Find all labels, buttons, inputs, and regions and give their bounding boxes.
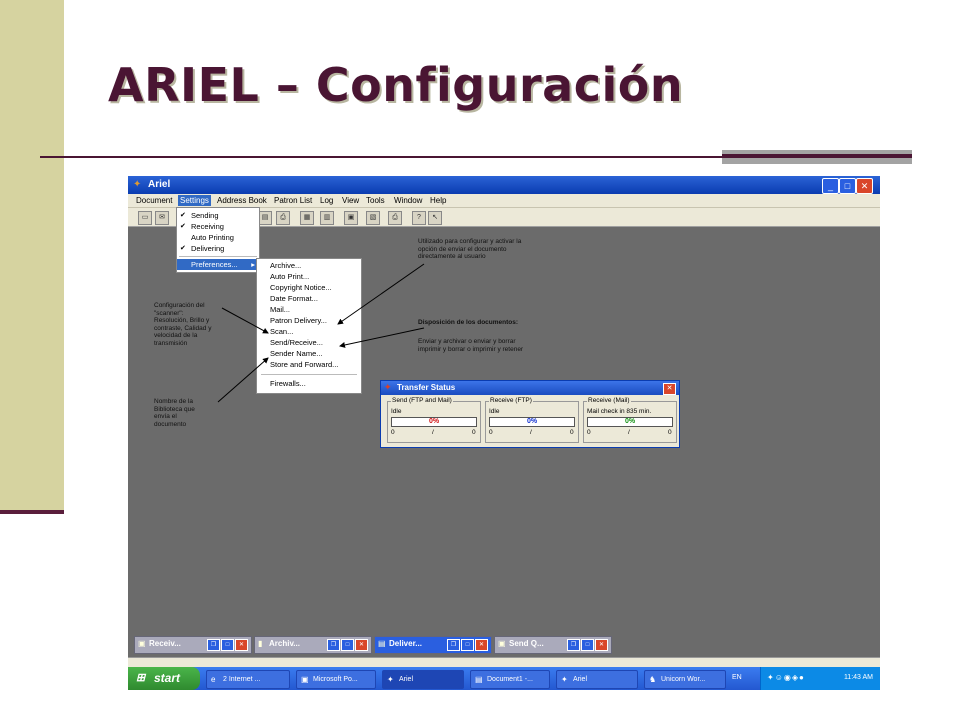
tray-icons[interactable]: ✦☺◉◈● bbox=[767, 673, 805, 682]
slide-accent-bar bbox=[0, 0, 64, 510]
title-rule-accent bbox=[722, 154, 912, 157]
send-group: Send (FTP and Mail) Idle 0% 0 / 0 bbox=[387, 397, 481, 443]
mdi-receive-window[interactable]: ▣ Receiv... ❐ □ ✕ bbox=[134, 636, 252, 654]
transfer-status-titlebar[interactable]: ✦ Transfer Status ✕ bbox=[381, 381, 679, 395]
arrow-to-patron-delivery bbox=[337, 263, 425, 325]
restore-button[interactable]: ❐ bbox=[327, 639, 340, 651]
maximize-button[interactable]: □ bbox=[221, 639, 234, 651]
mdi-deliver-window[interactable]: ▤ Deliver... ❐ □ ✕ bbox=[374, 636, 492, 654]
maximize-button[interactable]: □ bbox=[341, 639, 354, 651]
document-icon: ▤ bbox=[475, 675, 483, 684]
transfer-icon: ✦ bbox=[384, 382, 392, 392]
deliver-icon: ▤ bbox=[378, 639, 386, 648]
system-tray: ✦☺◉◈● 11:43 AM bbox=[760, 667, 880, 690]
restore-button[interactable]: ❐ bbox=[207, 639, 220, 651]
ariel-icon: ✦ bbox=[387, 675, 394, 684]
maximize-button[interactable]: □ bbox=[581, 639, 594, 651]
taskbar: ⊞ start e2 Internet ... ▣ Microsoft Po...… bbox=[128, 667, 880, 690]
receive-mail-progress: 0% bbox=[587, 417, 673, 427]
arrow-to-sender-name bbox=[217, 357, 269, 403]
close-button[interactable]: ✕ bbox=[595, 639, 608, 651]
clock[interactable]: 11:43 AM bbox=[844, 674, 873, 681]
close-button[interactable]: ✕ bbox=[475, 639, 488, 651]
slide-title: ARIEL – Configuración bbox=[108, 58, 684, 112]
restore-button[interactable]: ❐ bbox=[567, 639, 580, 651]
taskbar-ariel-1[interactable]: ✦ Ariel bbox=[382, 670, 464, 689]
restore-button[interactable]: ❐ bbox=[447, 639, 460, 651]
send-progress: 0% bbox=[391, 417, 477, 427]
mdi-send-queue-window[interactable]: ▣ Send Q... ❐ □ ✕ bbox=[494, 636, 612, 654]
taskbar-unicorn[interactable]: ♞ Unicorn Wor... bbox=[644, 670, 726, 689]
mdi-archive-window[interactable]: ▮ Archiv... ❐ □ ✕ bbox=[254, 636, 372, 654]
language-indicator[interactable]: EN bbox=[732, 674, 742, 681]
folder-icon: ▣ bbox=[498, 639, 506, 648]
ariel-icon: ✦ bbox=[561, 675, 568, 684]
close-button[interactable]: ✕ bbox=[235, 639, 248, 651]
receive-mail-group: Receive (Mail) Mail check in 835 min. 0%… bbox=[583, 397, 677, 443]
folder-icon: ▣ bbox=[138, 639, 146, 648]
receive-ftp-progress: 0% bbox=[489, 417, 575, 427]
start-button[interactable]: ⊞ start bbox=[128, 667, 200, 690]
close-button[interactable]: ✕ bbox=[355, 639, 368, 651]
ariel-screenshot: ✦ Ariel _ □ ✕ Document Settings Address … bbox=[128, 176, 880, 690]
transfer-status-close-button[interactable]: ✕ bbox=[663, 383, 676, 395]
receive-ftp-group: Receive (FTP) Idle 0% 0 / 0 bbox=[485, 397, 579, 443]
windows-logo-icon: ⊞ bbox=[136, 672, 146, 684]
slide-accent-line bbox=[0, 510, 64, 514]
archive-icon: ▮ bbox=[258, 639, 263, 648]
arrow-to-send-receive bbox=[339, 327, 425, 348]
arrow-to-scan bbox=[221, 307, 269, 334]
ie-icon: e bbox=[211, 675, 216, 684]
taskbar-internet[interactable]: e2 Internet ... bbox=[206, 670, 290, 689]
transfer-status-dialog: ✦ Transfer Status ✕ Send (FTP and Mail) … bbox=[380, 380, 680, 448]
maximize-button[interactable]: □ bbox=[461, 639, 474, 651]
taskbar-document1[interactable]: ▤ Document1 -... bbox=[470, 670, 550, 689]
powerpoint-icon: ▣ bbox=[301, 675, 309, 684]
unicorn-icon: ♞ bbox=[649, 675, 657, 684]
taskbar-ariel-2[interactable]: ✦ Ariel bbox=[556, 670, 638, 689]
taskbar-powerpoint[interactable]: ▣ Microsoft Po... bbox=[296, 670, 376, 689]
